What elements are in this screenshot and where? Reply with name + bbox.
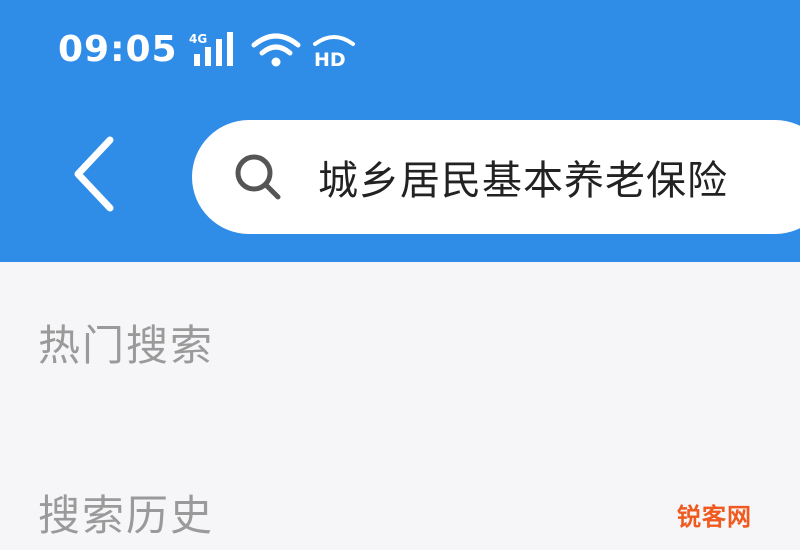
hd-icon: HD <box>312 30 356 70</box>
watermark: 锐客网 <box>677 503 752 531</box>
svg-text:HD: HD <box>314 49 346 70</box>
status-bar: 09:05 4G HD <box>58 26 356 74</box>
search-icon <box>235 154 281 200</box>
svg-text:4G: 4G <box>189 32 207 46</box>
search-input[interactable]: 城乡居民基本养老保险 <box>318 148 800 206</box>
search-history-title: 搜索历史 <box>38 491 215 540</box>
back-button[interactable] <box>62 134 128 214</box>
app-header: 09:05 4G HD 城乡居民基本养老保险 <box>0 0 800 262</box>
wifi-icon <box>250 30 302 70</box>
status-time: 09:05 <box>58 29 178 70</box>
signal-4g-icon: 4G <box>188 30 240 70</box>
hot-search-title: 热门搜索 <box>38 321 215 370</box>
back-chevron-icon <box>74 136 114 212</box>
search-box[interactable]: 城乡居民基本养老保险 <box>192 120 800 234</box>
